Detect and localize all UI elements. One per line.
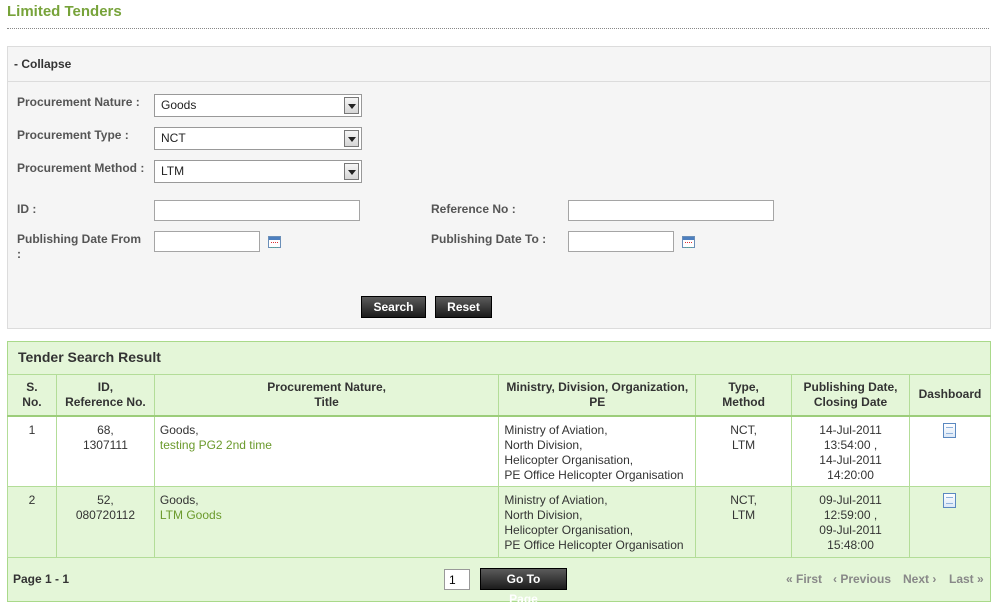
cell-type-method: NCT, LTM — [695, 415, 793, 487]
tender-title-link[interactable]: LTM Goods — [160, 508, 222, 522]
procurement-nature-value: Goods — [161, 98, 197, 112]
cell-dashboard — [908, 415, 992, 487]
col-header-type: Type, Method — [695, 374, 793, 417]
procurement-type-label: Procurement Type : — [17, 128, 129, 142]
procurement-type-select[interactable]: NCT — [154, 127, 362, 150]
page-title: Limited Tenders — [7, 3, 122, 20]
collapse-toggle[interactable]: - Collapse — [8, 47, 990, 82]
cell-nature-title: Goods, testing PG2 2nd time — [153, 415, 500, 487]
next-page-link[interactable]: Next › — [903, 572, 936, 586]
procurement-nature-label: Procurement Nature : — [17, 95, 140, 109]
cell-ministry: Ministry of Aviation, North Division, Heli… — [498, 486, 697, 558]
search-result-panel: Tender Search Result S. No. ID, Reference … — [7, 341, 992, 606]
dropdown-arrow-icon[interactable] — [344, 130, 359, 147]
cell-dates: 09-Jul-2011 12:59:00 , 09-Jul-2011 15:48:00 — [791, 486, 910, 558]
procurement-method-select[interactable]: LTM — [154, 160, 362, 183]
document-icon[interactable] — [943, 493, 957, 508]
last-page-link[interactable]: Last » — [949, 572, 984, 586]
calendar-icon[interactable] — [682, 236, 695, 248]
col-header-dashboard: Dashboard — [908, 374, 992, 417]
cell-sno: 1 — [7, 415, 57, 487]
document-icon[interactable] — [943, 422, 957, 438]
dropdown-arrow-icon[interactable] — [344, 163, 359, 180]
table-header-row: S. No. ID, Reference No. Procurement Natur… — [7, 374, 992, 417]
col-header-ministry: Ministry, Division, Organization, PE — [498, 374, 697, 417]
id-input[interactable] — [154, 200, 360, 221]
first-page-link[interactable]: « First — [786, 572, 822, 586]
results-table: S. No. ID, Reference No. Procurement Natur… — [7, 374, 992, 558]
reference-no-label: Reference No : — [431, 202, 516, 216]
cell-dashboard — [908, 486, 992, 558]
table-row: 2 52, 080720112 Goods, LTM Goods Ministry … — [7, 486, 992, 558]
table-row: 1 68, 1307111 Goods, testing PG2 2nd time … — [7, 415, 992, 487]
col-header-nature: Procurement Nature, Title — [153, 374, 500, 417]
publishing-date-from-input[interactable] — [154, 231, 260, 252]
cell-dates: 14-Jul-2011 13:54:00 , 14-Jul-2011 14:20:00 — [791, 415, 910, 487]
id-label: ID : — [17, 202, 37, 216]
procurement-method-value: LTM — [161, 164, 185, 178]
go-to-page-button[interactable]: Go To Page — [480, 568, 567, 606]
col-header-id: ID, Reference No. — [55, 374, 155, 417]
col-header-sno: S. No. — [7, 374, 57, 417]
cell-id-ref: 52, 080720112 — [55, 486, 155, 558]
cell-id-ref: 68, 1307111 — [55, 415, 155, 487]
cell-type-method: NCT, LTM — [695, 486, 793, 558]
calendar-icon[interactable] — [268, 236, 281, 248]
tender-title-link[interactable]: testing PG2 2nd time — [160, 438, 272, 452]
title-divider — [7, 28, 989, 29]
publishing-date-to-input[interactable] — [568, 231, 674, 252]
procurement-nature-select[interactable]: Goods — [154, 94, 362, 117]
page-number-input[interactable] — [444, 569, 470, 590]
dropdown-arrow-icon[interactable] — [344, 97, 359, 114]
procurement-type-value: NCT — [161, 131, 186, 145]
cell-nature-title: Goods, LTM Goods — [153, 486, 500, 558]
reset-button[interactable]: Reset — [435, 296, 492, 318]
page-count-label: Page 1 - 1 — [13, 572, 70, 586]
procurement-method-label: Procurement Method : — [17, 161, 145, 175]
search-panel: - Collapse Procurement Nature : Goods Pr… — [7, 46, 991, 329]
previous-page-link[interactable]: ‹ Previous — [833, 572, 891, 586]
cell-sno: 2 — [7, 486, 57, 558]
publishing-date-from-label: Publishing Date From : — [17, 232, 142, 261]
cell-ministry: Ministry of Aviation, North Division, Heli… — [498, 415, 697, 487]
search-button[interactable]: Search — [361, 296, 426, 318]
col-header-dates: Publishing Date, Closing Date — [791, 374, 910, 417]
publishing-date-to-label: Publishing Date To : — [431, 232, 547, 246]
result-heading: Tender Search Result — [18, 349, 161, 365]
reference-no-input[interactable] — [568, 200, 774, 221]
